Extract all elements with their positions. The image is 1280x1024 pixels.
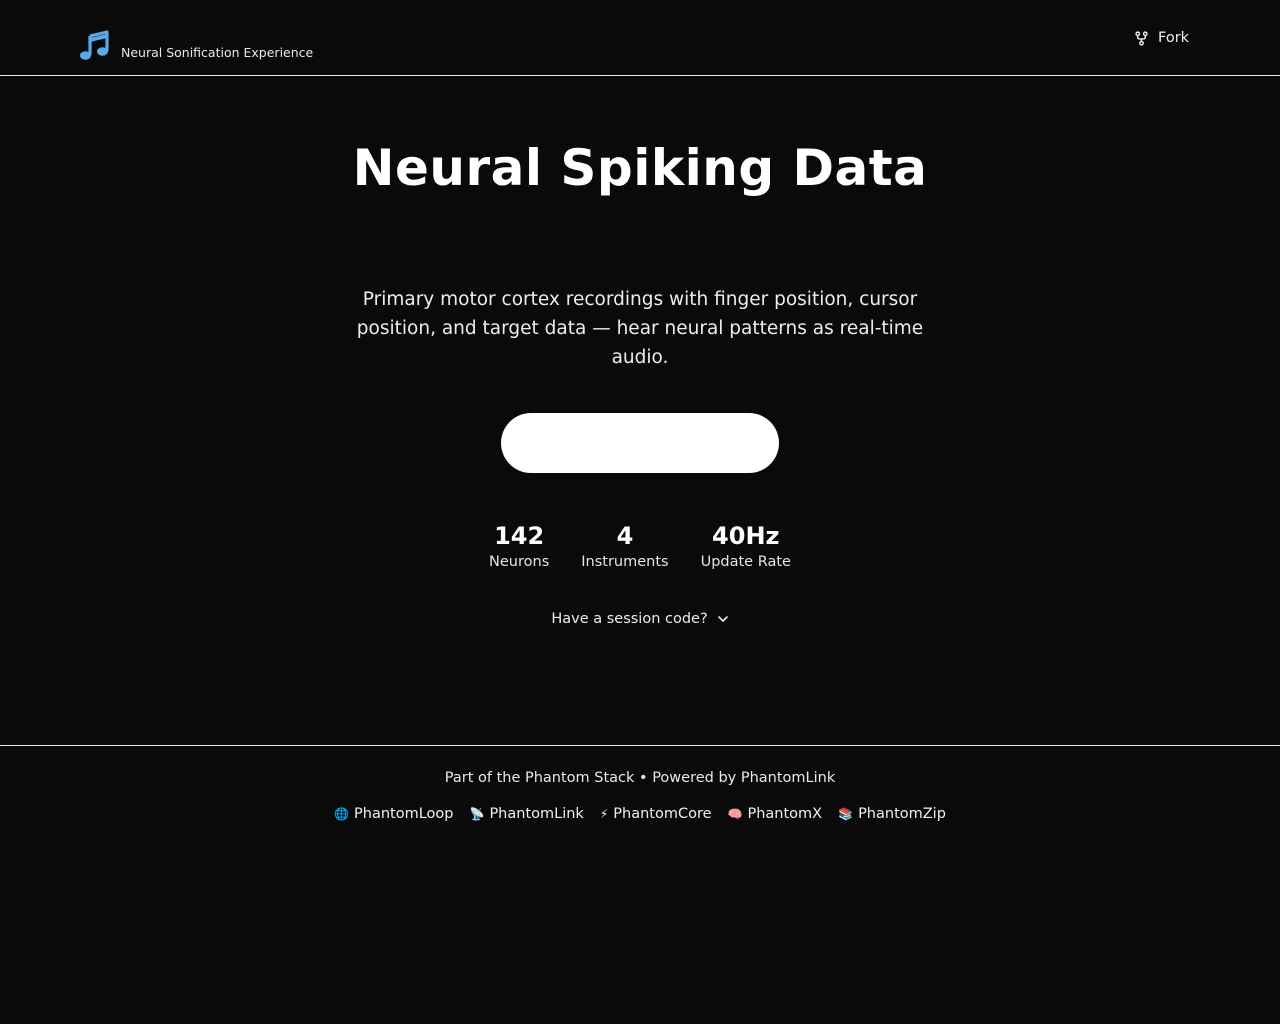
stat-label: Instruments	[581, 554, 669, 570]
stat-instruments: 4 Instruments	[581, 520, 668, 572]
stat-neurons: 142 Neurons	[489, 520, 549, 572]
session-code-toggle[interactable]: Have a session code?	[0, 611, 1280, 627]
lightning-icon: ⚡	[599, 807, 609, 821]
stat-value: 40Hz	[712, 522, 780, 550]
page-description: Primary motor cortex recordings with fin…	[356, 289, 924, 368]
globe-icon: 🌐	[334, 807, 350, 821]
footer-links: 🌐 PhantomLoop 📡 PhantomLink ⚡ PhantomCor…	[0, 806, 1280, 822]
fork-label: Fork	[1158, 30, 1190, 46]
fork-link[interactable]: Fork	[1134, 28, 1189, 48]
stat-update-rate: 40Hz Update Rate	[701, 520, 791, 572]
footer-link-phantomlink[interactable]: 📡 PhantomLink	[469, 806, 583, 822]
footer-link-phantomzip[interactable]: 📚 PhantomZip	[838, 806, 946, 822]
satellite-icon: 📡	[469, 807, 485, 821]
start-button[interactable]	[501, 413, 779, 473]
footer-link-label: PhantomLink	[489, 806, 584, 822]
stat-label: Update Rate	[700, 554, 791, 570]
footer-link-label: PhantomZip	[858, 806, 946, 822]
footer-credit: Part of the Phantom Stack • Powered by P…	[444, 770, 836, 786]
footer-link-label: PhantomLoop	[354, 806, 454, 822]
site-footer: Part of the Phantom Stack • Powered by P…	[0, 745, 1280, 1024]
page-title: Neural Spiking Data	[352, 139, 928, 197]
stat-label: Neurons	[489, 554, 550, 570]
brand[interactable]: Neural Sonification Experience	[79, 21, 313, 61]
footer-link-label: PhantomCore	[613, 806, 712, 822]
footer-link-phantomx[interactable]: 🧠 PhantomX	[728, 806, 823, 822]
books-icon: 📚	[838, 807, 854, 821]
site-header: Neural Sonification Experience Fork	[0, 0, 1280, 76]
stat-value: 142	[494, 522, 545, 550]
footer-link-phantomcore[interactable]: ⚡ PhantomCore	[600, 806, 712, 822]
session-code-label: Have a session code?	[551, 611, 708, 627]
footer-link-label: PhantomX	[747, 806, 823, 822]
chevron-down-icon	[717, 616, 728, 622]
app-tagline: Neural Sonification Experience	[121, 45, 314, 60]
git-fork-icon	[1135, 30, 1148, 46]
footer-link-phantomloop[interactable]: 🌐 PhantomLoop	[334, 806, 453, 822]
stat-value: 4	[616, 522, 634, 550]
music-note-icon	[80, 30, 109, 60]
brain-icon: 🧠	[727, 807, 743, 821]
stats-row: 142 Neurons 4 Instruments 40Hz Update Ra…	[0, 520, 1280, 572]
